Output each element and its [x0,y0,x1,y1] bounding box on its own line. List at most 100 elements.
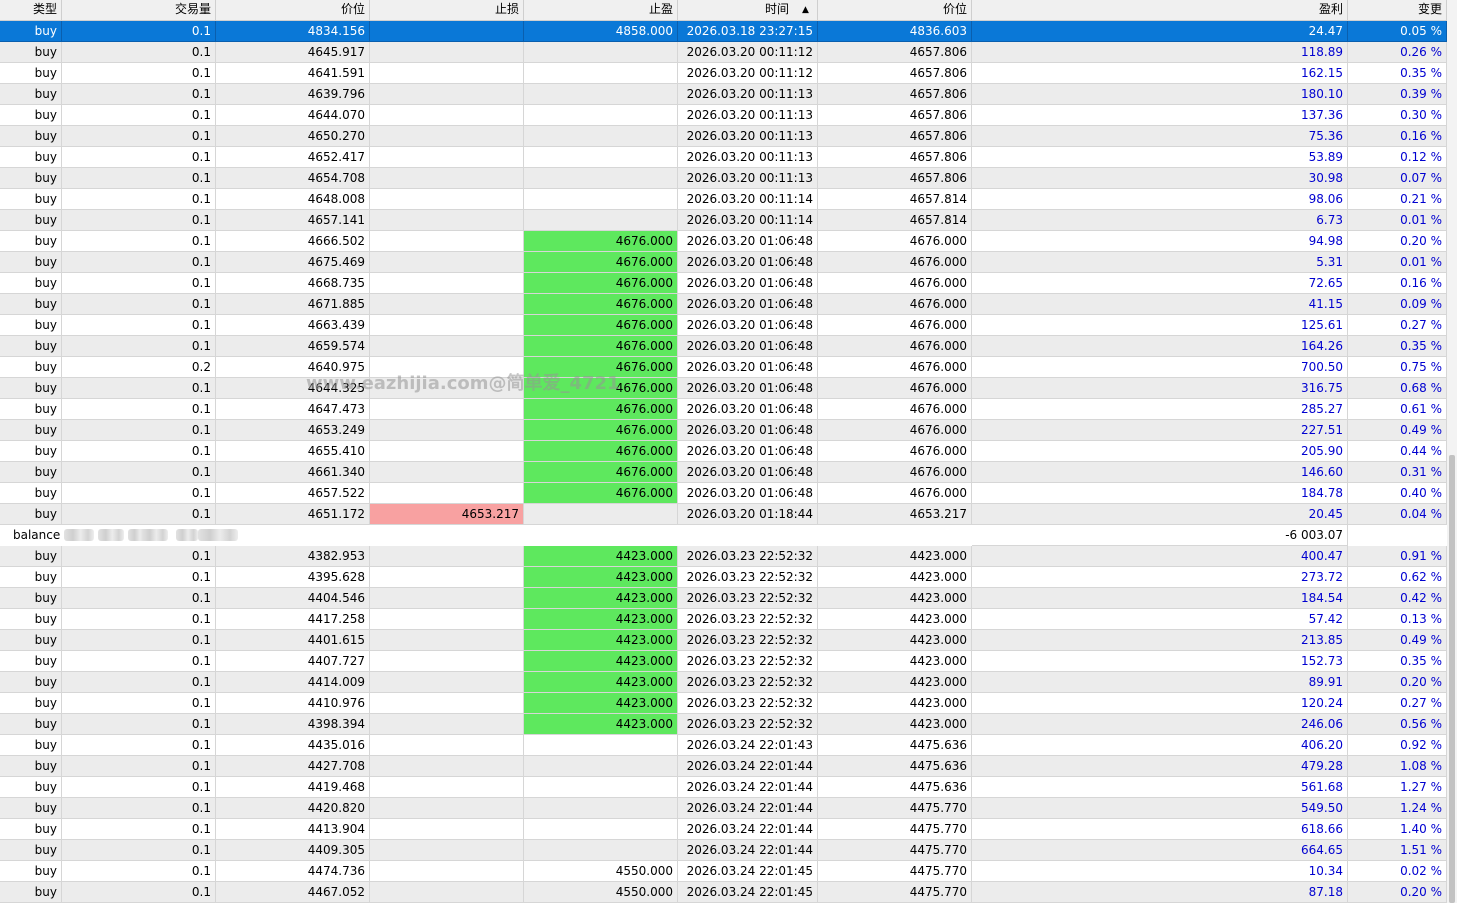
cell-volume: 0.1 [62,714,216,735]
cell-volume: 0.1 [62,63,216,84]
table-row[interactable]: buy 0.1 4420.820 2026.03.24 22:01:44 4475.77… [0,798,1447,819]
cell-profit: 94.98 [972,231,1348,252]
cell-volume: 0.1 [62,399,216,420]
table-row[interactable]: buy 0.1 4657.141 2026.03.20 00:11:14 4657.81… [0,210,1447,231]
cell-close-price: 4657.814 [818,189,972,210]
column-header-time[interactable]: 时间 [678,0,818,20]
cell-type: buy [0,588,62,609]
cell-profit: 87.18 [972,882,1348,903]
cell-volume: 0.1 [62,735,216,756]
cell-profit: 700.50 [972,357,1348,378]
cell-close-price: 4676.000 [818,231,972,252]
table-row[interactable]: buy 0.1 4657.522 4676.000 2026.03.20 01:06:4… [0,483,1447,504]
table-row[interactable]: buy 0.1 4668.735 4676.000 2026.03.20 01:06:4… [0,273,1447,294]
cell-price: 4398.394 [216,714,370,735]
table-row[interactable]: buy 0.1 4659.574 4676.000 2026.03.20 01:06:4… [0,336,1447,357]
table-row[interactable]: buy 0.1 4651.172 4653.217 2026.03.20 01:18:4… [0,504,1447,525]
table-row[interactable]: buy 0.2 4640.975 4676.000 2026.03.20 01:06:4… [0,357,1447,378]
cell-time: 2026.03.20 00:11:14 [678,189,818,210]
cell-close-price: 4423.000 [818,693,972,714]
table-row[interactable]: buy 0.1 4398.394 4423.000 2026.03.23 22:52:3… [0,714,1447,735]
cell-price: 4410.976 [216,693,370,714]
table-row[interactable]: buy 0.1 4401.615 4423.000 2026.03.23 22:52:3… [0,630,1447,651]
table-row[interactable]: buy 0.1 4410.976 4423.000 2026.03.23 22:52:3… [0,693,1447,714]
table-row[interactable]: buy 0.1 4671.885 4676.000 2026.03.20 01:06:4… [0,294,1447,315]
cell-price: 4641.591 [216,63,370,84]
scrollbar-thumb[interactable] [1449,455,1455,903]
cell-take-profit [524,189,678,210]
column-header-stop-loss[interactable]: 止损 [370,0,524,20]
cell-type: buy [0,483,62,504]
table-row[interactable]: buy 0.1 4648.008 2026.03.20 00:11:14 4657.81… [0,189,1447,210]
table-row[interactable]: buy 0.1 4382.953 4423.000 2026.03.23 22:52:3… [0,546,1447,567]
table-row[interactable]: buy 0.1 4409.305 2026.03.24 22:01:44 4475.77… [0,840,1447,861]
table-row[interactable]: buy 0.1 4834.156 4858.000 2026.03.18 23:27:1… [0,21,1447,42]
cell-volume: 0.1 [62,273,216,294]
cell-price: 4675.469 [216,252,370,273]
cell-profit: 24.47 [972,21,1348,42]
column-header-volume[interactable]: 交易量 [62,0,216,20]
cell-price: 4413.904 [216,819,370,840]
cell-take-profit: 4676.000 [524,294,678,315]
table-row[interactable]: buy 0.1 4655.410 4676.000 2026.03.20 01:06:4… [0,441,1447,462]
cell-take-profit [524,777,678,798]
cell-take-profit: 4423.000 [524,588,678,609]
table-row[interactable]: buy 0.1 4419.468 2026.03.24 22:01:44 4475.63… [0,777,1447,798]
table-row[interactable]: buy 0.1 4663.439 4676.000 2026.03.20 01:06:4… [0,315,1447,336]
cell-stop-loss [370,798,524,819]
column-header-price[interactable]: 价位 [216,0,370,20]
cell-type: buy [0,378,62,399]
table-row[interactable]: buy 0.1 4652.417 2026.03.20 00:11:13 4657.80… [0,147,1447,168]
table-row[interactable]: buy 0.1 4666.502 4676.000 2026.03.20 01:06:4… [0,231,1447,252]
cell-type: buy [0,210,62,231]
cell-stop-loss [370,882,524,903]
column-header-profit[interactable]: 盈利 [972,0,1348,20]
column-header-take-profit[interactable]: 止盈 [524,0,678,20]
cell-take-profit: 4676.000 [524,231,678,252]
cell-stop-loss [370,672,524,693]
table-row[interactable]: buy 0.1 4641.591 2026.03.20 00:11:12 4657.80… [0,63,1447,84]
cell-volume: 0.1 [62,798,216,819]
table-row[interactable]: buy 0.1 4639.796 2026.03.20 00:11:13 4657.80… [0,84,1447,105]
table-row[interactable]: buy 0.1 4474.736 4550.000 2026.03.24 22:01:4… [0,861,1447,882]
cell-stop-loss [370,84,524,105]
cell-change: 0.07 % [1348,168,1447,189]
table-row[interactable]: buy 0.1 4647.473 4676.000 2026.03.20 01:06:4… [0,399,1447,420]
table-row[interactable]: buy 0.1 4644.070 2026.03.20 00:11:13 4657.80… [0,105,1447,126]
table-row[interactable]: buy 0.1 4427.708 2026.03.24 22:01:44 4475.63… [0,756,1447,777]
cell-type: buy [0,546,62,567]
table-row[interactable]: buy 0.1 4404.546 4423.000 2026.03.23 22:52:3… [0,588,1447,609]
table-row[interactable]: buy 0.1 4435.016 2026.03.24 22:01:43 4475.63… [0,735,1447,756]
table-row[interactable]: buy 0.1 4413.904 2026.03.24 22:01:44 4475.77… [0,819,1447,840]
column-header-type[interactable]: 类型 [0,0,62,20]
cell-close-price: 4423.000 [818,609,972,630]
table-row[interactable]: buy 0.1 4650.270 2026.03.20 00:11:13 4657.80… [0,126,1447,147]
table-row[interactable]: buy 0.1 4417.258 4423.000 2026.03.23 22:52:3… [0,609,1447,630]
table-row[interactable]: buy 0.1 4414.009 4423.000 2026.03.23 22:52:3… [0,672,1447,693]
table-row[interactable]: buy 0.1 4407.727 4423.000 2026.03.23 22:52:3… [0,651,1447,672]
table-row[interactable]: buy 0.1 4645.917 2026.03.20 00:11:12 4657.80… [0,42,1447,63]
table-row[interactable]: buy 0.1 4654.708 2026.03.20 00:11:13 4657.80… [0,168,1447,189]
table-row[interactable]: buy 0.1 4653.249 4676.000 2026.03.20 01:06:4… [0,420,1447,441]
vertical-scrollbar[interactable] [1447,0,1457,903]
table-row[interactable]: buy 0.1 4675.469 4676.000 2026.03.20 01:06:4… [0,252,1447,273]
cell-time: 2026.03.20 00:11:13 [678,168,818,189]
redacted-comment [198,529,238,541]
cell-time: 2026.03.23 22:52:32 [678,714,818,735]
cell-close-price: 4475.770 [818,882,972,903]
cell-type: buy [0,21,62,42]
cell-type: buy [0,357,62,378]
table-row[interactable]: buy 0.1 4661.340 4676.000 2026.03.20 01:06:4… [0,462,1447,483]
cell-change: 0.26 % [1348,42,1447,63]
table-row[interactable]: buy 0.1 4395.628 4423.000 2026.03.23 22:52:3… [0,567,1447,588]
column-header-close-price[interactable]: 价位 [818,0,972,20]
column-header-change[interactable]: 变更 [1348,0,1447,20]
cell-take-profit: 4423.000 [524,546,678,567]
cell-profit: 10.34 [972,861,1348,882]
table-row[interactable]: buy 0.1 4644.325 4676.000 2026.03.20 01:06:4… [0,378,1447,399]
balance-row[interactable]: balance -6 003.07 [0,525,1447,546]
cell-type: buy [0,861,62,882]
redacted-comment [176,529,198,541]
table-row[interactable]: buy 0.1 4467.052 4550.000 2026.03.24 22:01:4… [0,882,1447,903]
cell-take-profit: 4423.000 [524,672,678,693]
